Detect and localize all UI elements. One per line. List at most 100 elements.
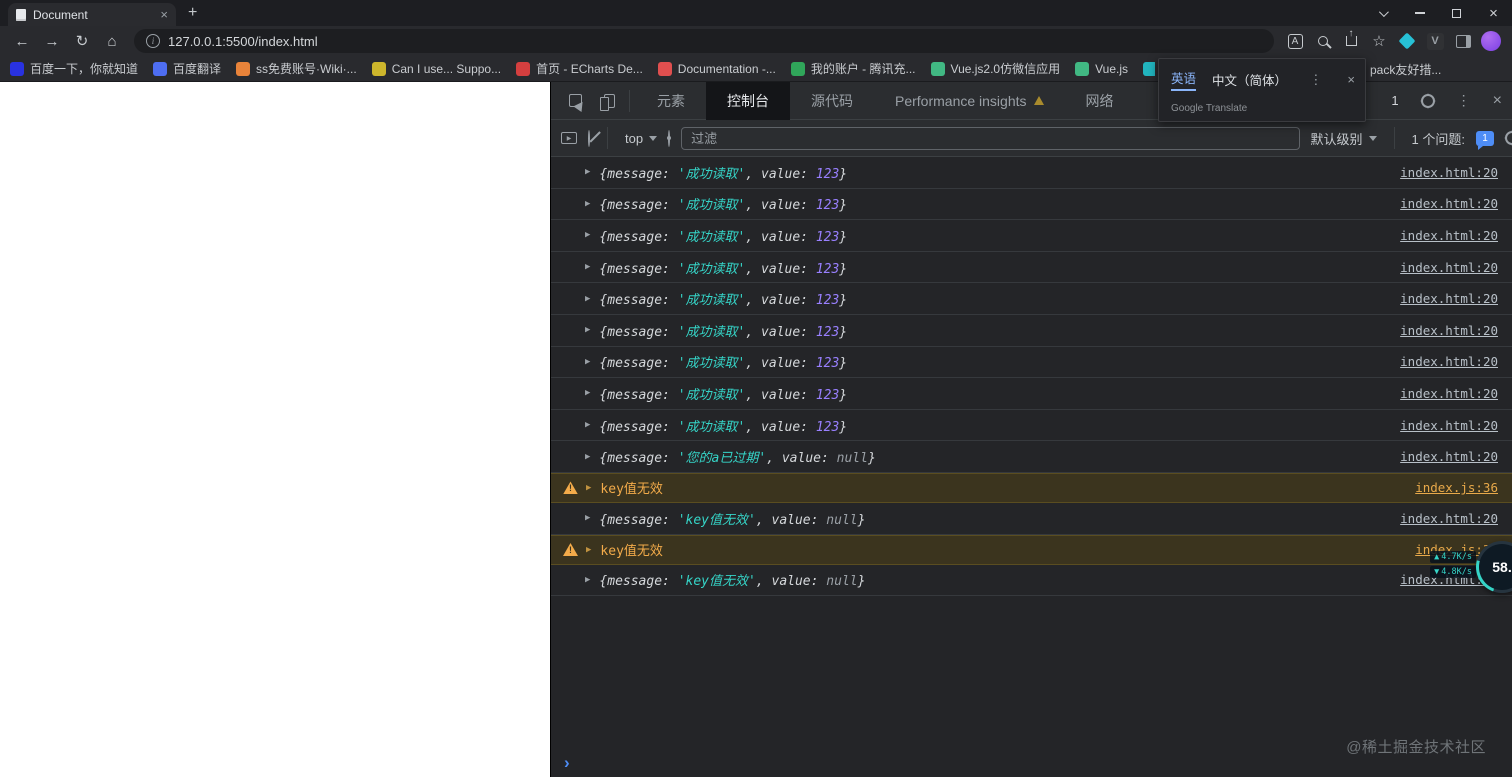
minimize-button[interactable]	[1401, 0, 1438, 26]
translate-more-icon[interactable]: ⋮	[1309, 72, 1322, 88]
speed-overlay-widget[interactable]: ▲ 4.7K/s ▼ 4.8K/s 58.	[1426, 540, 1512, 620]
browser-tab[interactable]: Document ×	[8, 3, 176, 26]
maximize-button[interactable]	[1438, 0, 1475, 26]
source-link[interactable]: index.html:20	[1388, 291, 1498, 306]
console-message: {message: '成功读取', value: 123}	[599, 166, 848, 182]
expand-triangle-icon[interactable]: ▶	[585, 294, 590, 304]
expand-triangle-icon[interactable]: ▶	[585, 199, 590, 209]
context-selector-label: top	[625, 130, 644, 146]
expand-triangle-icon[interactable]: ▶	[585, 357, 590, 367]
bookmark-favicon-icon	[930, 61, 945, 76]
site-info-icon[interactable]: i	[146, 34, 160, 48]
expand-triangle-icon[interactable]: ▶	[585, 420, 590, 430]
console-log-row: ▶ {message: '您的a已过期', value: null} index.h…	[551, 441, 1512, 473]
expand-triangle-icon[interactable]: ▶	[586, 545, 591, 555]
bookmark-item[interactable]: Vue.js	[1075, 61, 1128, 76]
source-link[interactable]: index.html:20	[1388, 165, 1498, 180]
new-tab-button[interactable]: +	[188, 5, 197, 21]
tab-title: Document	[33, 7, 88, 22]
bookmark-favicon-icon	[236, 61, 251, 76]
zoom-icon[interactable]	[1310, 28, 1336, 54]
log-level-selector[interactable]: 默认级别	[1311, 129, 1377, 148]
expand-triangle-icon[interactable]: ▶	[585, 167, 590, 177]
address-bar[interactable]: i 127.0.0.1:5500/index.html	[134, 29, 1274, 53]
profile-avatar[interactable]	[1478, 28, 1504, 54]
back-button[interactable]: ←	[8, 28, 36, 54]
translate-icon[interactable]: A	[1282, 28, 1308, 54]
devtools-tab-elements[interactable]: 元素	[636, 82, 706, 120]
console-warning-text: key值无效	[600, 482, 663, 498]
bookmark-favicon-icon	[1075, 61, 1090, 76]
bookmark-item[interactable]: Can I use... Suppo...	[371, 61, 501, 76]
live-expression-eye-icon[interactable]	[668, 129, 671, 147]
bookmark-item[interactable]: ss免费账号·Wiki·...	[236, 60, 357, 77]
console-message: {message: '成功读取', value: 123}	[599, 229, 848, 245]
devtools-tab-network[interactable]: 网络	[1065, 82, 1135, 120]
more-options-icon[interactable]: ⋮	[1457, 92, 1471, 109]
expand-triangle-icon[interactable]: ▶	[586, 483, 591, 493]
extension-diamond-icon[interactable]	[1394, 28, 1420, 54]
bookmark-item[interactable]: 首页 - ECharts De...	[516, 60, 643, 77]
log-level-label: 默认级别	[1310, 131, 1363, 147]
translate-close-icon[interactable]: ×	[1347, 72, 1355, 87]
console-filter-input[interactable]	[681, 126, 1300, 150]
expand-triangle-icon[interactable]: ▶	[585, 325, 590, 335]
tab-close-icon[interactable]: ×	[160, 8, 168, 21]
share-icon[interactable]	[1338, 28, 1364, 54]
tab-search-icon[interactable]	[1364, 0, 1401, 26]
source-link[interactable]: index.html:20	[1388, 228, 1498, 243]
console-messages: ▶ {message: '成功读取', value: 123} index.html…	[551, 157, 1512, 747]
side-panel-icon[interactable]	[1450, 28, 1476, 54]
source-link[interactable]: index.html:20	[1388, 260, 1498, 275]
bookmark-item[interactable]: Tailwind CSS 中文...	[1143, 60, 1155, 77]
clear-console-icon[interactable]	[588, 129, 590, 147]
devtools-tab-console[interactable]: 控制台	[706, 81, 790, 120]
devtools-tab-sources[interactable]: 源代码	[790, 82, 874, 120]
warning-triangle-icon	[1033, 96, 1044, 105]
console-settings-gear-icon[interactable]	[1505, 131, 1512, 145]
devtools-tab-label: 元素	[657, 92, 685, 109]
speed-circle[interactable]: 58.	[1476, 541, 1512, 593]
device-toolbar-icon[interactable]	[591, 82, 623, 120]
expand-triangle-icon[interactable]: ▶	[585, 452, 590, 462]
chevron-down-icon	[649, 135, 658, 141]
console-prompt-icon: ›	[564, 752, 570, 772]
context-selector[interactable]: top	[625, 130, 658, 146]
expand-triangle-icon[interactable]: ▶	[585, 262, 590, 272]
forward-button[interactable]: →	[38, 28, 66, 54]
source-link[interactable]: index.html:20	[1388, 449, 1498, 464]
home-button[interactable]: ⌂	[98, 28, 126, 54]
devtools-close-icon[interactable]: ×	[1493, 92, 1502, 109]
reload-button[interactable]: ↻	[68, 28, 96, 54]
close-button[interactable]: ×	[1475, 0, 1512, 26]
source-link[interactable]: index.html:20	[1388, 418, 1498, 433]
bookmark-item[interactable]: 百度一下，你就知道	[10, 60, 138, 77]
console-sidebar-icon[interactable]: ▶	[561, 132, 577, 144]
source-link[interactable]: index.html:20	[1388, 511, 1498, 526]
devtools-tab-label: 源代码	[811, 92, 853, 109]
devtools-tab-performance-insights[interactable]: Performance insights	[874, 82, 1065, 120]
bookmark-item[interactable]: 百度翻译	[153, 60, 221, 77]
bookmark-item[interactable]: 我的账户 - 腾讯充...	[790, 60, 916, 77]
bookmark-favicon-icon	[371, 61, 386, 76]
translate-target-lang[interactable]: 中文（简体）	[1212, 70, 1287, 89]
issues-chat-icon[interactable]: 1	[1476, 130, 1494, 150]
settings-gear-icon[interactable]	[1420, 93, 1435, 108]
source-link[interactable]: index.html:20	[1388, 354, 1498, 369]
inspect-element-icon[interactable]	[559, 82, 591, 120]
source-link[interactable]: index.html:20	[1388, 196, 1498, 211]
expand-triangle-icon[interactable]: ▶	[585, 513, 590, 523]
source-link[interactable]: index.html:20	[1388, 386, 1498, 401]
bookmark-item[interactable]: Vue.js2.0仿微信应用	[930, 60, 1060, 77]
translate-source-lang[interactable]: 英语	[1171, 68, 1197, 91]
expand-triangle-icon[interactable]: ▶	[585, 575, 590, 585]
bookmark-star-icon[interactable]: ☆	[1366, 28, 1392, 54]
extension-v-icon[interactable]: V	[1422, 28, 1448, 54]
source-link[interactable]: index.js:36	[1403, 480, 1498, 495]
bookmark-item-clipped[interactable]: pack友好措...	[1370, 56, 1441, 82]
expand-triangle-icon[interactable]: ▶	[585, 230, 590, 240]
expand-triangle-icon[interactable]: ▶	[585, 388, 590, 398]
source-link[interactable]: index.html:20	[1388, 323, 1498, 338]
bookmark-item[interactable]: Documentation -...	[657, 61, 776, 76]
console-warning-row: ! ▶ key值无效 index.js:36	[551, 472, 1512, 503]
